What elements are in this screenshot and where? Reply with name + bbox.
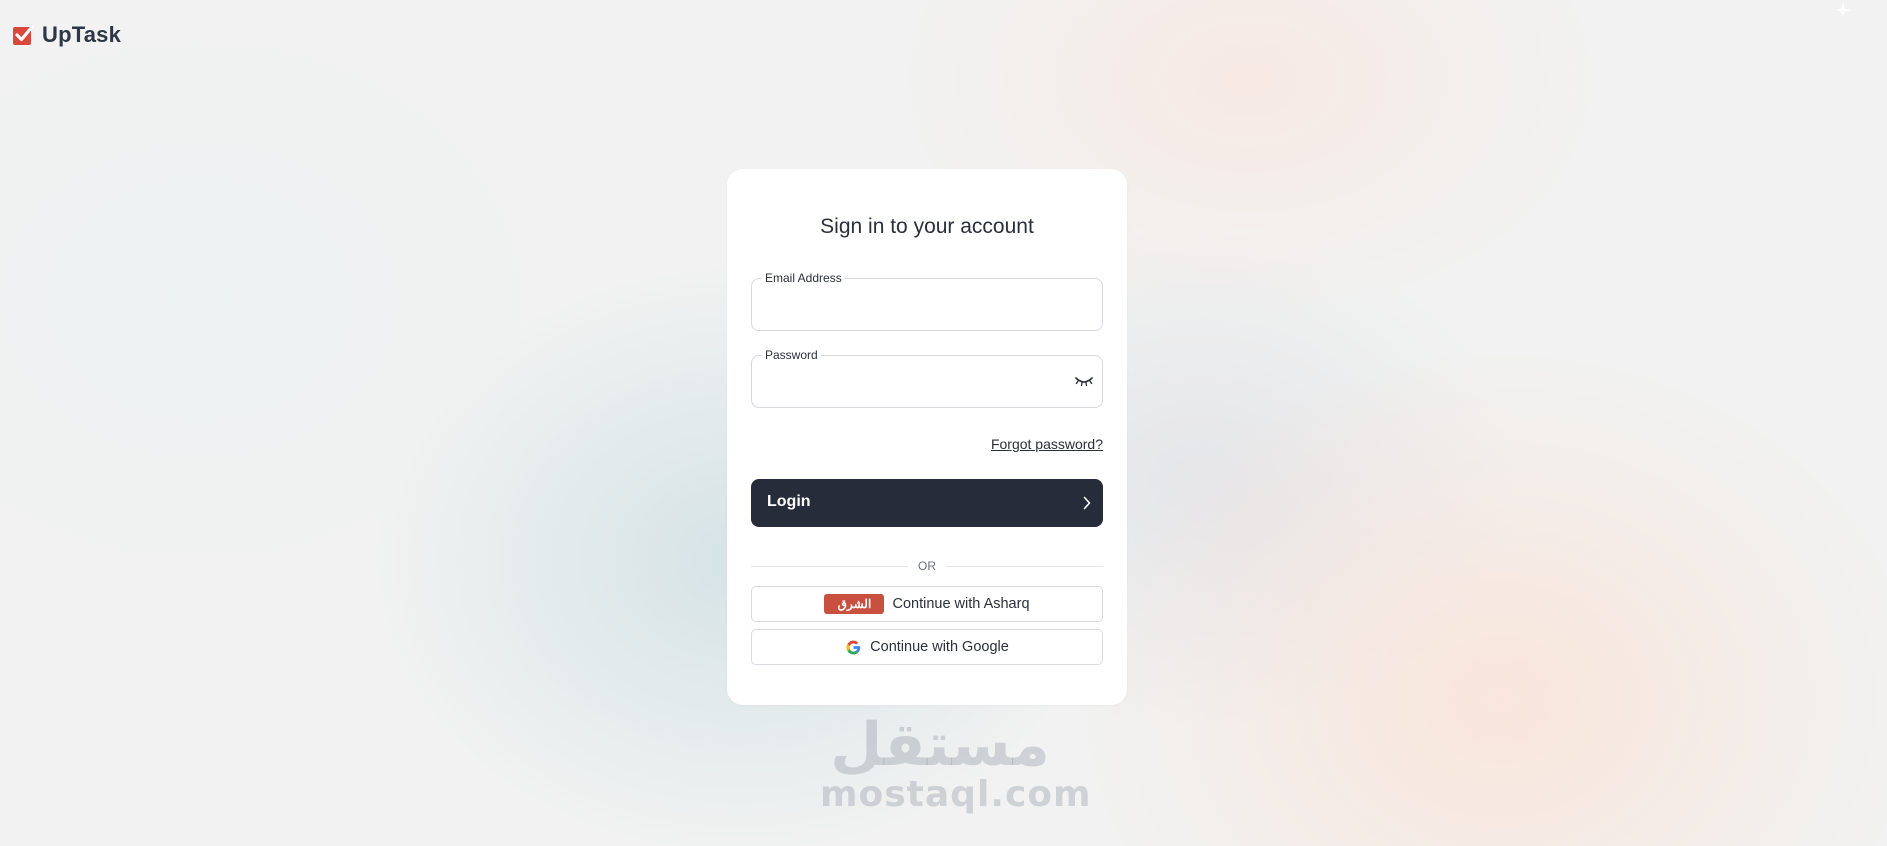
uptask-logo-icon [13, 25, 34, 45]
or-divider: OR [751, 558, 1103, 574]
asharq-button-label: Continue with Asharq [892, 596, 1030, 612]
password-field[interactable]: Password [751, 347, 1103, 408]
continue-with-google-button[interactable]: Continue with Google [751, 629, 1103, 665]
divider-line [946, 565, 1103, 567]
signin-card: Sign in to your account Email Address Pa… [727, 169, 1127, 705]
forgot-password-link[interactable]: Forgot password? [991, 436, 1103, 452]
password-input[interactable] [764, 370, 1062, 396]
password-label: Password [762, 347, 821, 363]
eye-closed-icon[interactable] [1074, 374, 1094, 388]
watermark: مستقل mostaql.com [820, 710, 1092, 815]
google-icon [846, 640, 861, 654]
watermark-latin: mostaql.com [820, 774, 1092, 815]
login-button-label: Login [767, 493, 811, 510]
google-button-label: Continue with Google [870, 639, 1009, 655]
or-divider-label: OR [918, 559, 936, 573]
app-logo[interactable]: UpTask [12, 22, 121, 48]
asharq-logo: الشرق [824, 594, 885, 614]
app-name: UpTask [42, 22, 122, 47]
divider-line [751, 565, 908, 567]
continue-with-asharq-button[interactable]: الشرق Continue with Asharq [751, 586, 1103, 622]
page-title: Sign in to your account [820, 215, 1034, 238]
email-field[interactable]: Email Address [751, 270, 1103, 331]
email-label: Email Address [762, 270, 845, 286]
sparkle-icon [1835, 2, 1851, 18]
chevron-right-icon [1083, 496, 1091, 510]
watermark-arabic: مستقل [830, 710, 1050, 780]
email-input[interactable] [764, 293, 1062, 319]
login-button[interactable]: Login [751, 479, 1103, 527]
